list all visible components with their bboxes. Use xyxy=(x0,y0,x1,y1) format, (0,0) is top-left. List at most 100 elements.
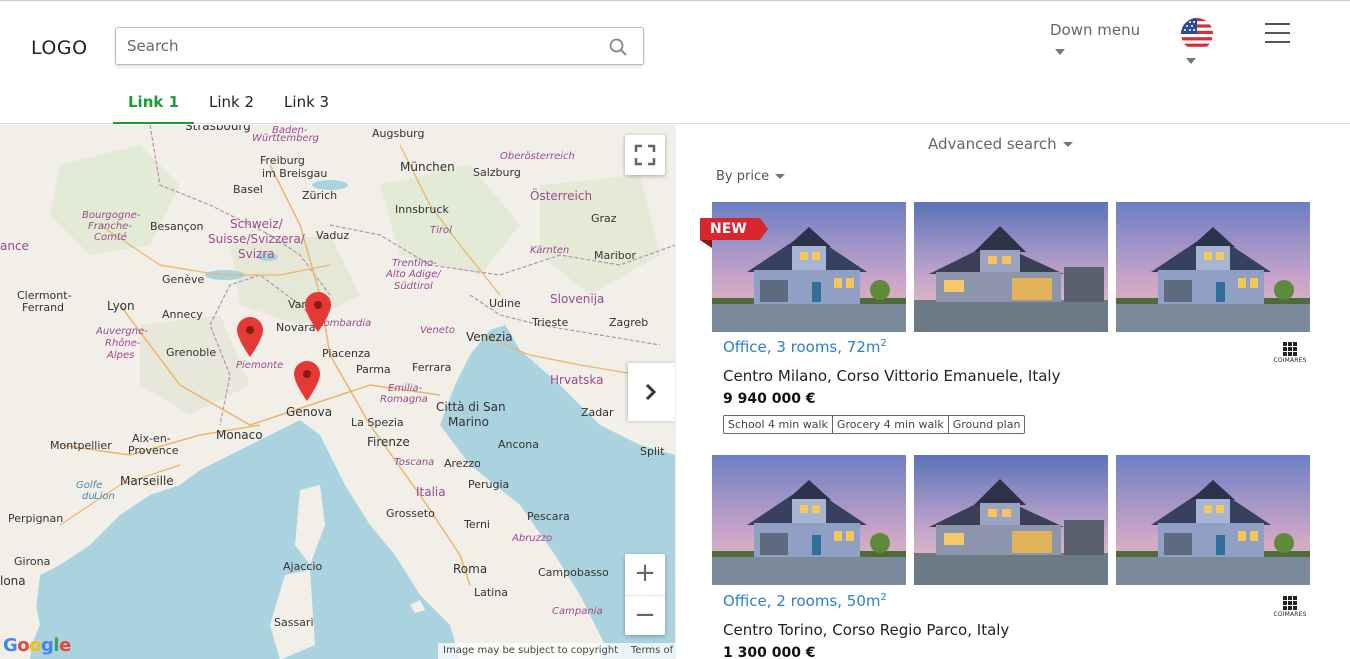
map-label: Perugia xyxy=(468,478,510,491)
caret-down-icon xyxy=(1055,49,1065,55)
house-photo[interactable] xyxy=(914,455,1108,585)
map-label: Perpignan xyxy=(8,512,64,525)
map-view[interactable]: Strasbourg Baden- Württemberg Augsburg F… xyxy=(0,125,675,659)
caret-down-icon[interactable] xyxy=(1186,58,1196,64)
map-label: Württemberg xyxy=(252,133,320,144)
house-photo[interactable] xyxy=(712,455,906,585)
map-label: Tirol xyxy=(430,225,452,236)
map-label: Trentino- xyxy=(392,258,437,269)
listing-tags: School 4 min walk Grocery 4 min walk Gro… xyxy=(723,415,1026,434)
map-label: Zadar xyxy=(581,406,614,419)
map-label: Girona xyxy=(14,555,51,568)
agency-logo[interactable]: COIMARES xyxy=(1270,342,1310,368)
map-label: Südtirol xyxy=(394,281,433,292)
us-flag-icon[interactable] xyxy=(1181,18,1213,50)
map-label: La Spezia xyxy=(351,416,404,429)
down-menu-dropdown[interactable]: Down menu xyxy=(1050,21,1141,55)
map-label: Slovenija xyxy=(550,292,605,306)
tab-link-2[interactable]: Link 2 xyxy=(194,89,269,124)
badge-fold xyxy=(700,240,712,248)
listing-title-link[interactable]: Office, 2 rooms, 50m2 xyxy=(723,592,887,610)
map-label: Campania xyxy=(552,606,603,617)
map-label: Lion xyxy=(94,491,115,502)
photo-gallery: NEW xyxy=(700,202,1312,334)
map-label: Italia xyxy=(416,485,446,499)
map-pin-icon[interactable] xyxy=(237,317,263,357)
map-label: Besançon xyxy=(150,220,204,233)
map-label: Suisse/Svizzera/ xyxy=(208,232,305,246)
map-label: ance xyxy=(0,239,29,253)
map-label: Venezia xyxy=(466,330,513,344)
map-label: Maribor xyxy=(594,249,637,262)
down-menu-label: Down menu xyxy=(1050,21,1141,39)
map-label: Udine xyxy=(489,297,521,310)
map-label: Abruzzo xyxy=(512,533,553,544)
listing-address: Centro Torino, Corso Regio Parco, Italy xyxy=(723,621,1010,639)
map-pin-icon[interactable] xyxy=(294,361,320,401)
map-label: Rhône- xyxy=(105,338,141,349)
map-label: lona xyxy=(0,574,26,588)
agency-name: COIMARES xyxy=(1273,611,1307,618)
map-label: Vaduz xyxy=(316,229,350,242)
fullscreen-button[interactable] xyxy=(625,135,665,175)
logo[interactable]: LOGO xyxy=(31,37,88,59)
zoom-out-button[interactable]: − xyxy=(625,595,665,635)
tag-chip[interactable]: Ground plan xyxy=(949,416,1025,433)
map-pin-icon[interactable] xyxy=(305,292,331,332)
map-label: Provence xyxy=(128,444,179,457)
tag-chip[interactable]: School 4 min walk xyxy=(724,416,833,433)
tag-chip[interactable]: Grocery 4 min walk xyxy=(833,416,949,433)
hamburger-menu-icon[interactable] xyxy=(1265,23,1290,43)
listing-address: Centro Milano, Corso Vittorio Emanuele, … xyxy=(723,367,1061,385)
nav-tabs: Link 1 Link 2 Link 3 xyxy=(113,89,344,124)
advanced-search-dropdown[interactable]: Advanced search xyxy=(928,135,1073,153)
map-label: Hrvatska xyxy=(550,373,604,387)
map-label: Piemonte xyxy=(236,360,284,371)
house-photo[interactable] xyxy=(1116,202,1310,332)
photo-gallery xyxy=(712,455,1312,587)
map-label: Innsbruck xyxy=(395,203,449,216)
listing-card[interactable]: Office, 2 rooms, 50m2 COIMARES Centro To… xyxy=(712,455,1312,659)
search-box xyxy=(115,27,644,65)
tab-link-3[interactable]: Link 3 xyxy=(269,89,344,124)
map-label: Ferrara xyxy=(412,361,452,374)
map-label: du xyxy=(82,491,95,502)
map-label: Freiburg xyxy=(260,154,305,167)
map-label: Alpes xyxy=(107,350,135,361)
map-label: Österreich xyxy=(530,189,593,203)
house-photo[interactable] xyxy=(1116,455,1310,585)
map-label: Marino xyxy=(448,415,489,429)
collapse-panel-button[interactable] xyxy=(628,363,675,421)
fullscreen-icon xyxy=(634,144,656,166)
map-label: Bourgogne- xyxy=(82,210,141,221)
chevron-right-icon xyxy=(645,384,657,400)
map-label: Romagna xyxy=(380,394,428,405)
map-label: Emilia- xyxy=(388,383,423,394)
caret-down-icon xyxy=(775,174,786,179)
agency-logo[interactable]: COIMARES xyxy=(1270,596,1310,622)
map-label: Monaco xyxy=(216,428,263,442)
search-icon[interactable] xyxy=(609,38,627,56)
map-label: Marseille xyxy=(120,474,174,488)
search-input[interactable] xyxy=(127,37,597,55)
map-label: München xyxy=(400,160,455,174)
listing-title-link[interactable]: Office, 3 rooms, 72m2 xyxy=(723,338,887,356)
map-label: Pescara xyxy=(527,510,570,523)
map-label: Campobasso xyxy=(538,566,609,579)
tab-link-1[interactable]: Link 1 xyxy=(113,89,195,124)
listing-card[interactable]: NEW Office, 3 rooms, 72m2 COIMARES Centr… xyxy=(700,202,1312,442)
house-photo[interactable] xyxy=(914,202,1108,332)
listing-price: 1 300 000 € xyxy=(723,645,816,659)
zoom-in-button[interactable]: + xyxy=(625,554,665,594)
map-label: Annecy xyxy=(162,308,203,321)
map-label: Grosseto xyxy=(386,507,435,520)
terms-of-use-link[interactable]: Terms of Use xyxy=(631,645,675,656)
map-label: Augsburg xyxy=(372,127,425,140)
map-label: Piacenza xyxy=(322,347,371,360)
map-label: Strasbourg xyxy=(185,125,251,133)
map-label: Toscana xyxy=(394,457,435,468)
map-label: Graz xyxy=(591,212,617,225)
map-label: Kärnten xyxy=(530,245,570,256)
sort-dropdown[interactable]: By price xyxy=(716,169,786,184)
map-copyright: Image may be subject to copyright Terms … xyxy=(438,643,675,659)
